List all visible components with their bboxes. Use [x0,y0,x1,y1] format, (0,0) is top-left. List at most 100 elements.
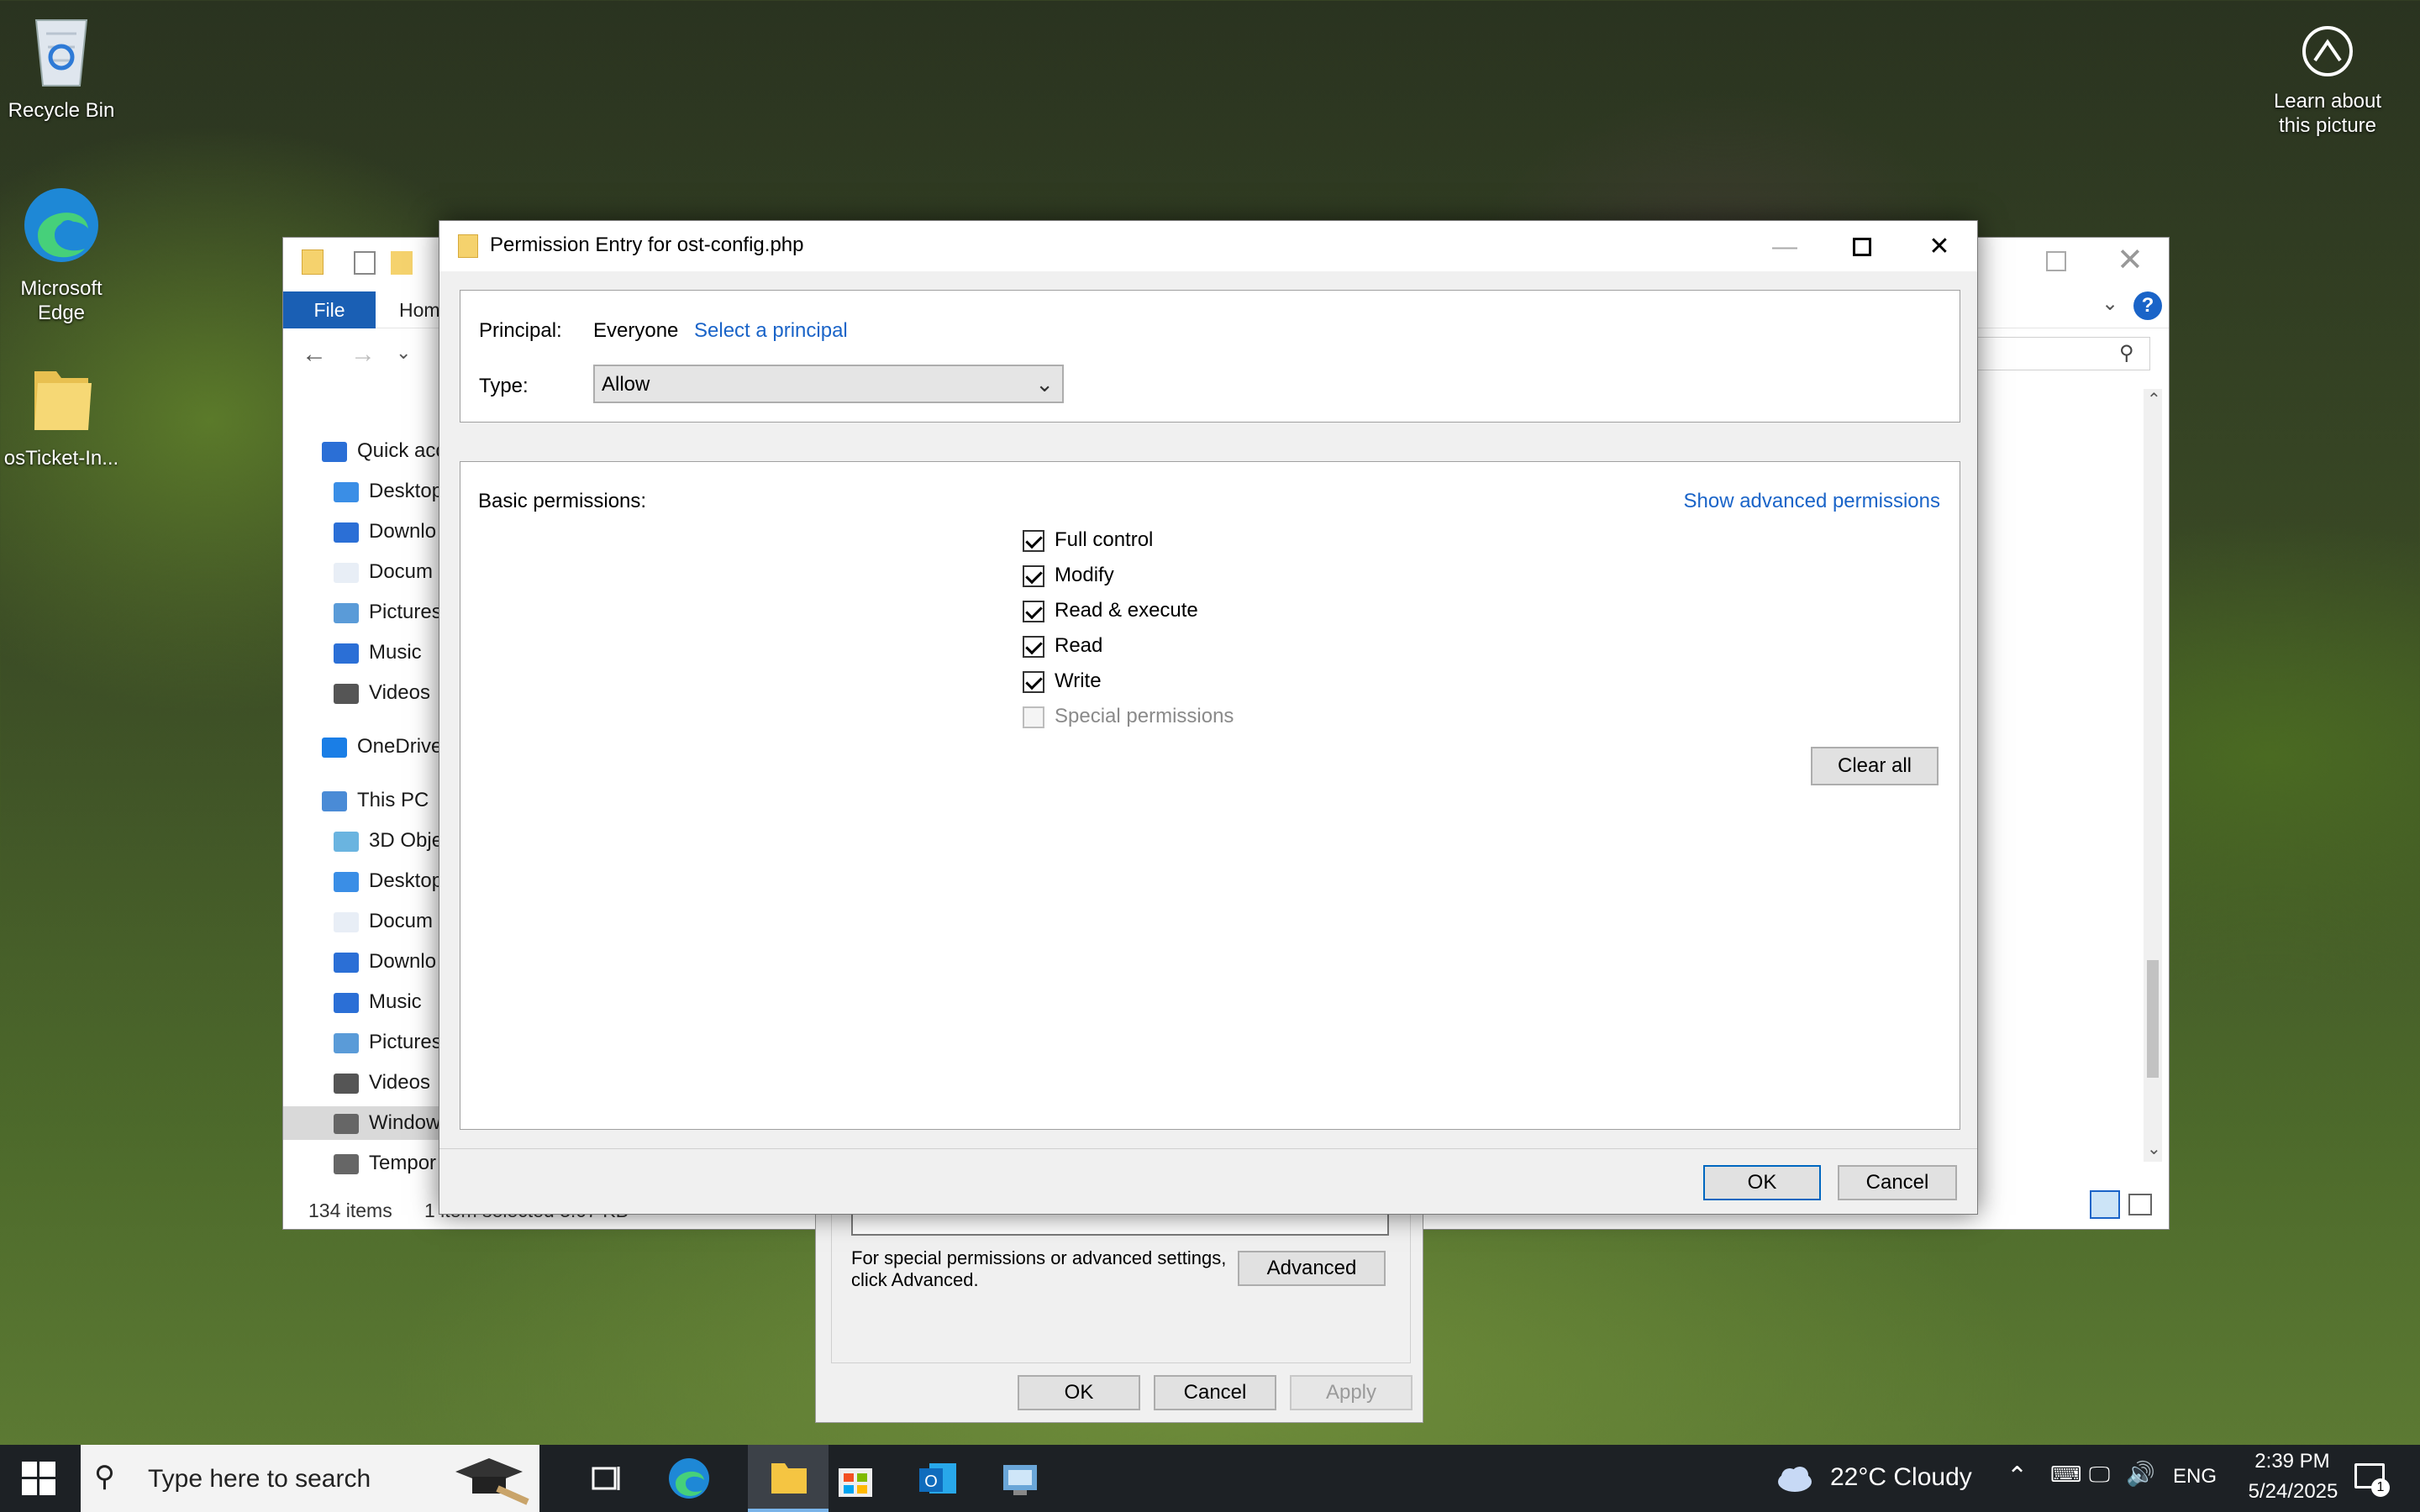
nav-item[interactable]: Docum [334,905,433,938]
nav-item[interactable]: Window [283,1106,443,1140]
show-hidden-icons-chevron-icon[interactable]: ⌃ [2007,1462,2028,1491]
close-icon[interactable]: ✕ [1920,228,1959,266]
nav-item-label: Music [369,641,422,664]
download-icon [334,952,359,973]
ok-button[interactable]: OK [1703,1165,1821,1200]
dialog-footer-divider [439,1148,1977,1149]
folder-icon [34,371,92,430]
task-view-icon[interactable] [581,1455,629,1502]
desktop-icon [334,871,359,892]
desktop-icon-osticket[interactable]: osTicket-In... [0,363,124,470]
full-control-checkbox[interactable] [1023,530,1044,552]
file-tab[interactable]: File [283,291,376,328]
back-icon[interactable]: ← [302,340,327,369]
nav-item[interactable]: This PC [322,784,429,817]
nav-item-label: 3D Obje [369,829,444,852]
desktop-icon-edge[interactable]: Microsoft Edge [0,185,124,325]
nav-item[interactable]: Downlo [334,515,436,549]
modify-checkbox[interactable] [1023,565,1044,587]
camera-icon [2302,26,2353,76]
nav-item[interactable]: Videos [334,676,430,710]
nav-item[interactable]: Desktop [334,475,443,508]
details-view-icon[interactable] [2090,1190,2120,1219]
file-explorer-taskbar-icon[interactable] [748,1445,829,1512]
nav-item[interactable]: Tempor [334,1147,436,1180]
help-icon[interactable]: ? [2133,291,2162,320]
clock-date[interactable]: 5/24/2025 [2230,1480,2356,1504]
scroll-down-icon[interactable]: ⌄ [2147,1138,2161,1159]
new-folder-icon[interactable] [391,251,413,275]
volume-icon[interactable]: 🔊 [2126,1460,2155,1488]
forward-icon[interactable]: → [350,340,376,369]
network-icon[interactable]: 🖵 [2089,1462,2110,1488]
read-execute-checkbox[interactable] [1023,601,1044,622]
scrollbar-track[interactable]: ⌃ ⌄ [2144,389,2162,1162]
search-box[interactable]: ⚲ [1977,337,2150,370]
svg-text:O: O [924,1473,938,1491]
type-select[interactable]: Allow ⌄ [593,365,1064,403]
explorer-maximize-icon[interactable] [2046,251,2066,271]
download-icon [334,522,359,543]
nav-item[interactable]: Downlo [334,945,436,979]
nav-item-label: Downlo [369,950,437,973]
nav-item[interactable]: Pictures [334,596,442,629]
select-principal-link[interactable]: Select a principal [694,319,848,343]
type-label: Type: [479,375,529,397]
quick-access-properties-icon[interactable] [354,251,376,275]
language-indicator[interactable]: ENG [2173,1465,2217,1488]
desktop-icon-recycle-bin[interactable]: Recycle Bin [0,10,124,123]
folder-icon [302,249,324,275]
scroll-up-icon[interactable]: ⌃ [2147,389,2161,410]
notification-center-icon[interactable]: 1 [2353,1462,2390,1497]
show-advanced-link[interactable]: Show advanced permissions [1684,490,1941,513]
store-icon[interactable] [832,1455,879,1502]
ribbon-expand-icon[interactable]: ⌄ [2102,291,2118,316]
taskbar-search-box[interactable]: ⚲ Type here to search [81,1445,539,1512]
cancel-button[interactable]: Cancel [1838,1165,1957,1200]
props-ok-button[interactable]: OK [1018,1375,1140,1410]
pictures-icon [334,1032,359,1053]
dialog-titlebar[interactable]: Permission Entry for ost-config.php — ✕ [439,221,1977,271]
nav-item-label: Videos [369,1071,430,1094]
weather-text[interactable]: 22°C Cloudy [1830,1463,1972,1492]
full-control-label: Full control [1055,528,1154,551]
pictures-icon [334,602,359,623]
meet-now-icon[interactable]: ⌨ [2050,1462,2082,1488]
advanced-hint: For special permissions or advanced sett… [851,1247,1227,1290]
nav-item-label: Music [369,990,422,1013]
minimize-icon[interactable]: — [1765,228,1804,266]
control-panel-icon[interactable] [997,1455,1044,1502]
maximize-icon[interactable] [1843,228,1881,266]
document-icon [334,562,359,583]
permission-entry-dialog[interactable]: Permission Entry for ost-config.php — ✕ … [439,220,1978,1215]
learn-about-picture[interactable]: Learn about this picture [2269,24,2386,138]
nav-item[interactable]: Quick acc [322,434,445,468]
explorer-close-icon[interactable]: ✕ [2117,241,2144,279]
folder-icon [458,234,478,258]
write-checkbox[interactable] [1023,671,1044,693]
nav-item[interactable]: OneDrive [322,730,442,764]
clock-time[interactable]: 2:39 PM [2242,1450,2343,1473]
edge-taskbar-icon[interactable] [666,1455,713,1502]
clear-all-button[interactable]: Clear all [1811,747,1939,785]
nav-item[interactable]: Pictures [334,1026,442,1059]
recent-locations-icon[interactable]: ⌄ [396,342,411,364]
home-tab[interactable]: Hom [399,291,440,328]
properties-dialog[interactable]: For special permissions or advanced sett… [815,1207,1423,1423]
advanced-button[interactable]: Advanced [1238,1251,1386,1286]
nav-item[interactable]: Music [334,636,422,669]
outlook-icon[interactable]: O [914,1455,961,1502]
nav-item[interactable]: Docum [334,555,433,589]
nav-item[interactable]: Music [334,985,422,1019]
special-permissions-label: Special permissions [1055,705,1234,727]
nav-item[interactable]: Desktop [334,864,443,898]
nav-item[interactable]: Videos [334,1066,430,1100]
start-button[interactable] [22,1462,55,1495]
music-icon [334,643,359,664]
read-checkbox[interactable] [1023,636,1044,658]
scrollbar-thumb[interactable] [2147,960,2159,1078]
large-icons-view-icon[interactable] [2128,1194,2152,1215]
props-cancel-button[interactable]: Cancel [1154,1375,1276,1410]
props-apply-button[interactable]: Apply [1290,1375,1413,1410]
nav-item[interactable]: 3D Obje [334,824,443,858]
